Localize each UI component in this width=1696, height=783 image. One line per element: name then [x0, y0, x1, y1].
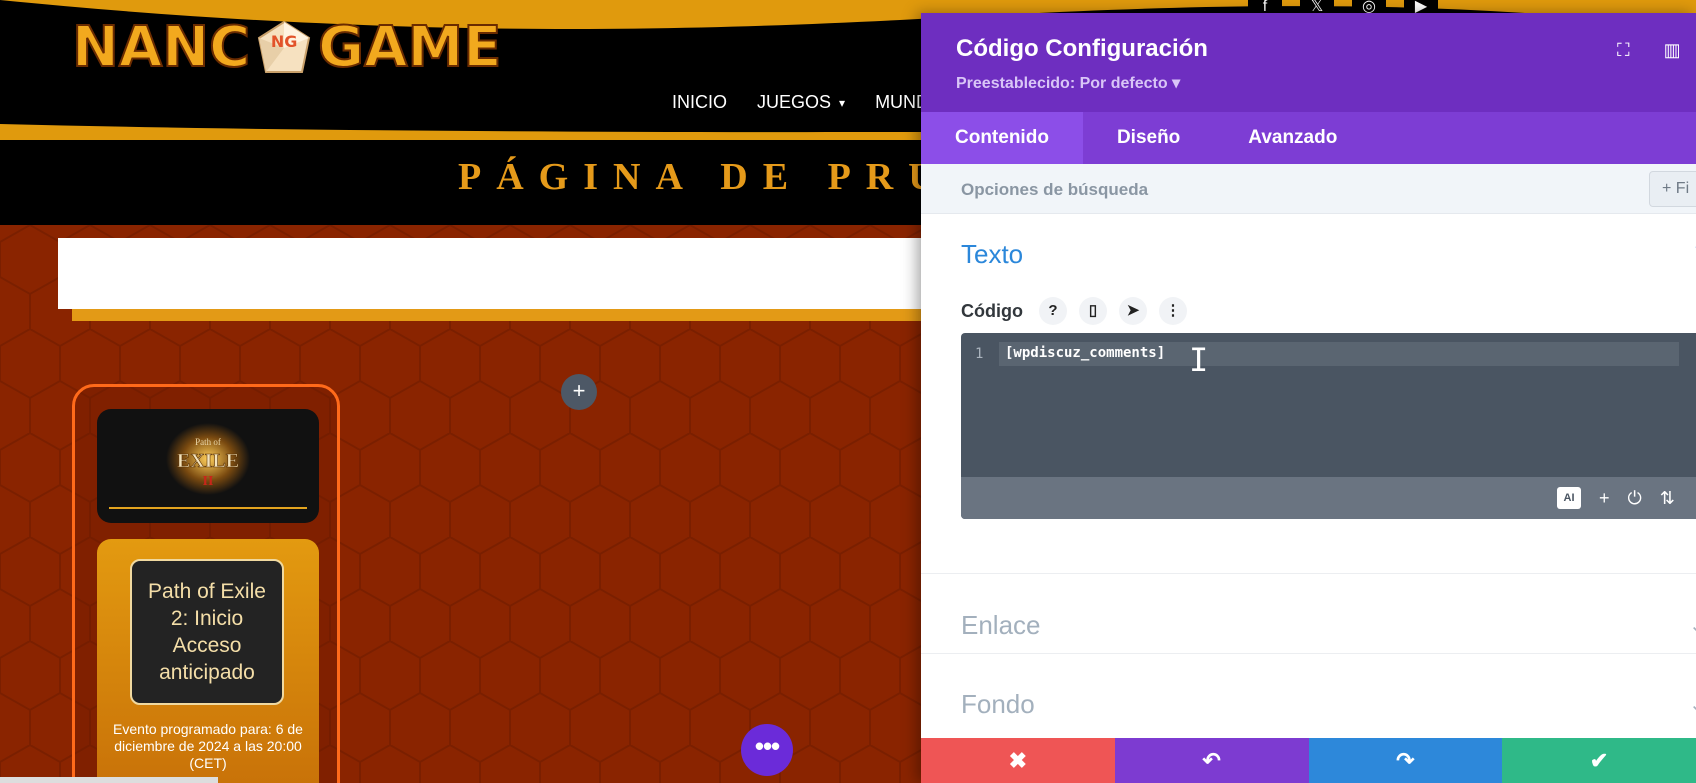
- codigo-label: Código: [961, 300, 1023, 321]
- responsive-phone-icon[interactable]: ▯: [1078, 297, 1107, 325]
- chevron-down-icon[interactable]: ⌄: [1689, 692, 1696, 717]
- builder-menu-button[interactable]: •••: [741, 724, 793, 776]
- editor-toolbar-actions: AI + ⏻ ⇅: [1557, 487, 1675, 509]
- section-divider: [921, 653, 1696, 654]
- white-bar-accent: [72, 309, 938, 321]
- add-icon[interactable]: +: [1599, 488, 1610, 509]
- code-editor[interactable]: 1 [wpdiscuz_comments] I AI + ⏻ ⇅: [961, 333, 1696, 519]
- redo-button[interactable]: ↷: [1308, 738, 1503, 783]
- browser-status-bar: [0, 777, 218, 783]
- section-texto-header[interactable]: Texto: [961, 239, 1023, 270]
- page-title: PÁGINA DE PRU: [458, 156, 951, 198]
- text-cursor-icon: I: [1189, 341, 1209, 379]
- settings-panel: Código Configuración Preestablecido: Por…: [921, 13, 1696, 783]
- section-divider: [921, 573, 1696, 574]
- panel-header: Código Configuración Preestablecido: Por…: [921, 13, 1696, 112]
- white-content-bar[interactable]: [58, 238, 938, 309]
- code-content[interactable]: [wpdiscuz_comments]: [1005, 345, 1165, 361]
- card-image: Path of EXILE II: [97, 409, 319, 523]
- more-options-icon[interactable]: ⋮: [1158, 297, 1187, 325]
- line-number: 1: [975, 346, 984, 362]
- editor-toolbar: AI + ⏻ ⇅: [961, 477, 1696, 519]
- ai-icon[interactable]: AI: [1557, 487, 1581, 509]
- panel-footer: ✖ ↶ ↷ ✔: [921, 738, 1696, 783]
- svg-text:II: II: [203, 474, 214, 489]
- chevron-up-icon[interactable]: ⌃: [1691, 239, 1696, 265]
- chevron-down-icon[interactable]: ⌄: [1689, 613, 1696, 638]
- logo-text-right: GAME: [317, 15, 502, 81]
- card-title[interactable]: Path of Exile 2: Inicio Acceso anticipad…: [130, 559, 284, 705]
- preset-selector[interactable]: Preestablecido: Por defecto ▾: [956, 73, 1180, 93]
- add-module-button[interactable]: +: [561, 374, 597, 410]
- logo-text-left: NANC: [71, 15, 251, 81]
- event-card[interactable]: Path of EXILE II Path of Exile 2: Inicio…: [72, 384, 340, 783]
- redo-icon: ↷: [1396, 748, 1415, 773]
- logo-badge-icon: NG: [254, 18, 314, 78]
- tab-avanzado[interactable]: Avanzado: [1214, 112, 1371, 164]
- logo-badge-text: NG: [270, 32, 298, 51]
- fullscreen-icon[interactable]: ⛶: [1617, 40, 1630, 61]
- close-icon: ✖: [1008, 748, 1028, 773]
- main-nav: INICIO JUEGOS ▾ MUND: [672, 92, 929, 113]
- card-image-divider: [109, 507, 307, 509]
- site-logo[interactable]: NANC NG GAME: [71, 15, 502, 81]
- check-icon: ✔: [1589, 748, 1609, 773]
- card-body: Path of Exile 2: Inicio Acceso anticipad…: [97, 539, 319, 783]
- path-of-exile-logo: Path of EXILE II: [166, 423, 250, 495]
- panel-header-actions: ⛶ ▥: [1617, 40, 1681, 61]
- help-icon[interactable]: ?: [1038, 297, 1067, 325]
- svg-text:Path of: Path of: [195, 437, 221, 447]
- search-options-label[interactable]: Opciones de búsqueda: [961, 180, 1148, 200]
- nav-item-inicio[interactable]: INICIO: [672, 92, 727, 113]
- sort-arrows-icon[interactable]: ⇅: [1660, 488, 1675, 509]
- svg-text:EXILE: EXILE: [177, 450, 239, 472]
- hover-cursor-icon[interactable]: ➤: [1118, 297, 1147, 325]
- section-enlace-header[interactable]: Enlace: [961, 610, 1041, 641]
- save-button[interactable]: ✔: [1502, 738, 1696, 783]
- card-event-text: Evento programado para: 6 de diciembre d…: [113, 721, 303, 771]
- tab-diseno[interactable]: Diseño: [1083, 112, 1214, 164]
- filter-button[interactable]: + Fi: [1649, 171, 1696, 207]
- cancel-button[interactable]: ✖: [921, 738, 1115, 783]
- chevron-down-icon: ▾: [839, 95, 846, 110]
- panel-title: Código Configuración: [956, 35, 1208, 62]
- undo-icon: ↶: [1202, 748, 1221, 773]
- dynamic-content-icon[interactable]: ⏻: [1628, 488, 1642, 509]
- options-search-bar[interactable]: Opciones de búsqueda + Fi: [921, 164, 1696, 214]
- undo-button[interactable]: ↶: [1114, 738, 1309, 783]
- panel-tabs: Contenido Diseño Avanzado: [921, 112, 1696, 164]
- codigo-field-label-row: Código ? ▯ ➤ ⋮: [961, 297, 1187, 325]
- section-fondo-header[interactable]: Fondo: [961, 689, 1035, 720]
- layout-toggle-icon[interactable]: ▥: [1664, 40, 1681, 61]
- tab-contenido[interactable]: Contenido: [921, 112, 1083, 164]
- nav-item-juegos[interactable]: JUEGOS ▾: [757, 92, 845, 113]
